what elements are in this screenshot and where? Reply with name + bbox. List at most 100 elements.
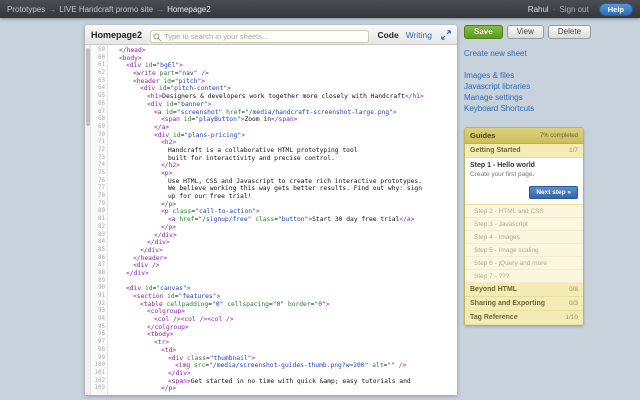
guide-section-count: 1/10 xyxy=(565,314,578,321)
line-number: 93 xyxy=(98,308,105,315)
code-line[interactable]: 99 <div class="thumbnail"> xyxy=(91,355,457,363)
code-line[interactable]: 85 </div> xyxy=(91,247,457,255)
code-line[interactable]: 98 <td> xyxy=(91,347,457,355)
scrollbar-thumb[interactable] xyxy=(86,48,90,126)
line-number: 75 xyxy=(98,170,105,176)
code-line[interactable]: 100 <img src="/media/screenshot-guides-th… xyxy=(91,362,457,370)
code-line[interactable]: 89 xyxy=(91,278,457,286)
code-line[interactable]: 60 <body> xyxy=(91,55,457,63)
guide-step[interactable]: Step 3 - Javascript xyxy=(465,218,583,231)
line-number: 67 xyxy=(98,108,105,115)
line-number: 69 xyxy=(98,123,105,130)
code-line[interactable]: 67 <a id="screenshot" href="/media/handcr… xyxy=(91,109,457,117)
code-line[interactable]: 73 built for interactivity and precise co… xyxy=(91,155,457,163)
code-line[interactable]: 62 <write part="nav" /> xyxy=(91,70,457,78)
guide-step[interactable]: Step 7 - ??? xyxy=(465,270,583,283)
code-line[interactable]: 64 <div id="pitch-content"> xyxy=(91,85,457,93)
code-line[interactable]: 80 <p class="call-to-action"> xyxy=(91,208,457,216)
sidebar-link[interactable]: Javascript libraries xyxy=(464,81,588,92)
signout-link[interactable]: Sign out xyxy=(559,5,588,14)
code-line[interactable]: 74 </h2> xyxy=(91,162,457,170)
code-line[interactable]: 103 </p> xyxy=(91,385,457,393)
code-line[interactable]: 72 Handcraft is a collaborative HTML prot… xyxy=(91,147,457,155)
guide-section[interactable]: Beyond HTML 0/8 xyxy=(465,283,583,297)
line-number: 100 xyxy=(94,362,105,369)
fullscreen-icon[interactable] xyxy=(441,29,451,40)
breadcrumb-item[interactable]: Prototypes xyxy=(7,5,45,14)
code-line[interactable]: 71 <h2> xyxy=(91,139,457,147)
user-link[interactable]: Rahul xyxy=(528,5,549,14)
code-line[interactable]: 69 </a> xyxy=(91,124,457,132)
guide-section[interactable]: Getting Started 1/7 xyxy=(465,144,583,158)
code-area[interactable]: 59 </head> 60 <body> 61 <div id="bgEl"> 62 <wri… xyxy=(91,47,457,395)
code-line[interactable]: 91 <section id="features"> xyxy=(91,293,457,301)
code-line[interactable]: 66 <div id="banner"> xyxy=(91,101,457,109)
user-separator: · xyxy=(552,4,556,14)
code-line[interactable]: 84 </div> xyxy=(91,239,457,247)
help-button[interactable]: Help xyxy=(598,2,633,16)
guide-section-count: 0/3 xyxy=(568,300,578,307)
view-button[interactable]: View xyxy=(506,25,544,39)
tab-code[interactable]: Code xyxy=(377,30,398,40)
sidebar-link[interactable]: Manage settings xyxy=(464,92,588,103)
sidebar-link[interactable]: Images & files xyxy=(464,70,588,81)
sidebar-link[interactable]: Keyboard Shortcuts xyxy=(464,103,588,114)
code-line[interactable]: 83 </div> xyxy=(91,232,457,240)
code-line[interactable]: 76 Use HTML, CSS and Javascript to create… xyxy=(91,178,457,186)
code-line[interactable]: 75 <p> xyxy=(91,170,457,178)
search-box xyxy=(150,26,370,44)
code-line[interactable]: 82 </p> xyxy=(91,224,457,232)
code-line[interactable]: 93 <colgroup> xyxy=(91,308,457,316)
guide-section[interactable]: Sharing and Exporting 0/3 xyxy=(465,297,583,311)
code-line[interactable]: 90 <div id="canvas"> xyxy=(91,285,457,293)
code-line[interactable]: 59 </head> xyxy=(91,47,457,55)
code-line[interactable]: 70 <div id="plans-pricing"> xyxy=(91,132,457,140)
code-line[interactable]: 63 <header id="pitch"> xyxy=(91,78,457,86)
code-line[interactable]: 88 </div> xyxy=(91,270,457,278)
guide-step[interactable]: Step 2 - HTML and CSS xyxy=(465,205,583,218)
breadcrumb-separator: → xyxy=(156,4,165,14)
code-line[interactable]: 77 We believe working this way gets bette… xyxy=(91,185,457,193)
guide-step-active[interactable]: Step 1 - Hello world Create your first pa… xyxy=(465,158,583,205)
code-line[interactable]: 86 </header> xyxy=(91,255,457,263)
line-number: 74 xyxy=(98,162,105,169)
line-number: 62 xyxy=(98,70,105,77)
code-line[interactable]: 102 <span>Get started in no time with qui… xyxy=(91,378,457,386)
code-line[interactable]: 101 </div> xyxy=(91,370,457,378)
code-line[interactable]: 68 <span id="playButton">Zoom in</span> xyxy=(91,116,457,124)
code-line[interactable]: 65 <h1>Designers & developers work togeth… xyxy=(91,93,457,101)
code-line[interactable]: 95 </colgroup> xyxy=(91,324,457,332)
guides-panel: Guides 7% completed Getting Started 1/7 St… xyxy=(464,127,584,326)
tab-writing[interactable]: Writing xyxy=(406,30,432,40)
guide-step[interactable]: Step 6 - jQuery and more xyxy=(465,257,583,270)
sheet-title: Homepage2 xyxy=(91,29,143,40)
editor-header: Homepage2 Code Writing xyxy=(85,25,457,45)
search-input[interactable] xyxy=(150,29,370,43)
breadcrumb-item[interactable]: LIVE Handcraft promo site xyxy=(59,5,153,14)
code-line[interactable]: 78 up for our free trial! xyxy=(91,193,457,201)
code-line[interactable]: 97 <tr> xyxy=(91,339,457,347)
code-line[interactable]: 92 <table cellpadding="0" cellspacing="0"… xyxy=(91,301,457,309)
code-line[interactable]: 96 <tbody> xyxy=(91,331,457,339)
breadcrumb-item[interactable]: Homepage2 xyxy=(167,5,211,14)
guide-section[interactable]: Tag Reference 1/10 xyxy=(465,311,583,325)
delete-button[interactable]: Delete xyxy=(547,25,592,39)
guide-section-count: 0/8 xyxy=(568,286,578,293)
guide-section-label: Getting Started xyxy=(470,147,521,154)
code-line[interactable]: 87 <div /> xyxy=(91,262,457,270)
guide-step-title: Step 1 - Hello world xyxy=(470,162,535,169)
line-number: 101 xyxy=(94,369,105,376)
code-line[interactable]: 61 <div id="bgEl"> xyxy=(91,62,457,70)
guide-step[interactable]: Step 4 - Images xyxy=(465,231,583,244)
create-new-sheet-link[interactable]: Create new sheet xyxy=(464,49,588,58)
guide-step[interactable]: Step 5 - Image scaling xyxy=(465,244,583,257)
code-line[interactable]: 79 </p> xyxy=(91,201,457,209)
guides-title: Guides xyxy=(470,131,496,140)
code-line[interactable]: 81 <a href="/signup/free" class="button">… xyxy=(91,216,457,224)
line-number: 82 xyxy=(98,223,105,230)
code-line[interactable]: 94 <col /><col /><col /> xyxy=(91,316,457,324)
save-button[interactable]: Save xyxy=(464,25,503,39)
line-number: 59 xyxy=(98,47,105,53)
next-step-button[interactable]: Next step » xyxy=(529,186,578,199)
guide-step-description: Create your first page. xyxy=(470,171,535,178)
